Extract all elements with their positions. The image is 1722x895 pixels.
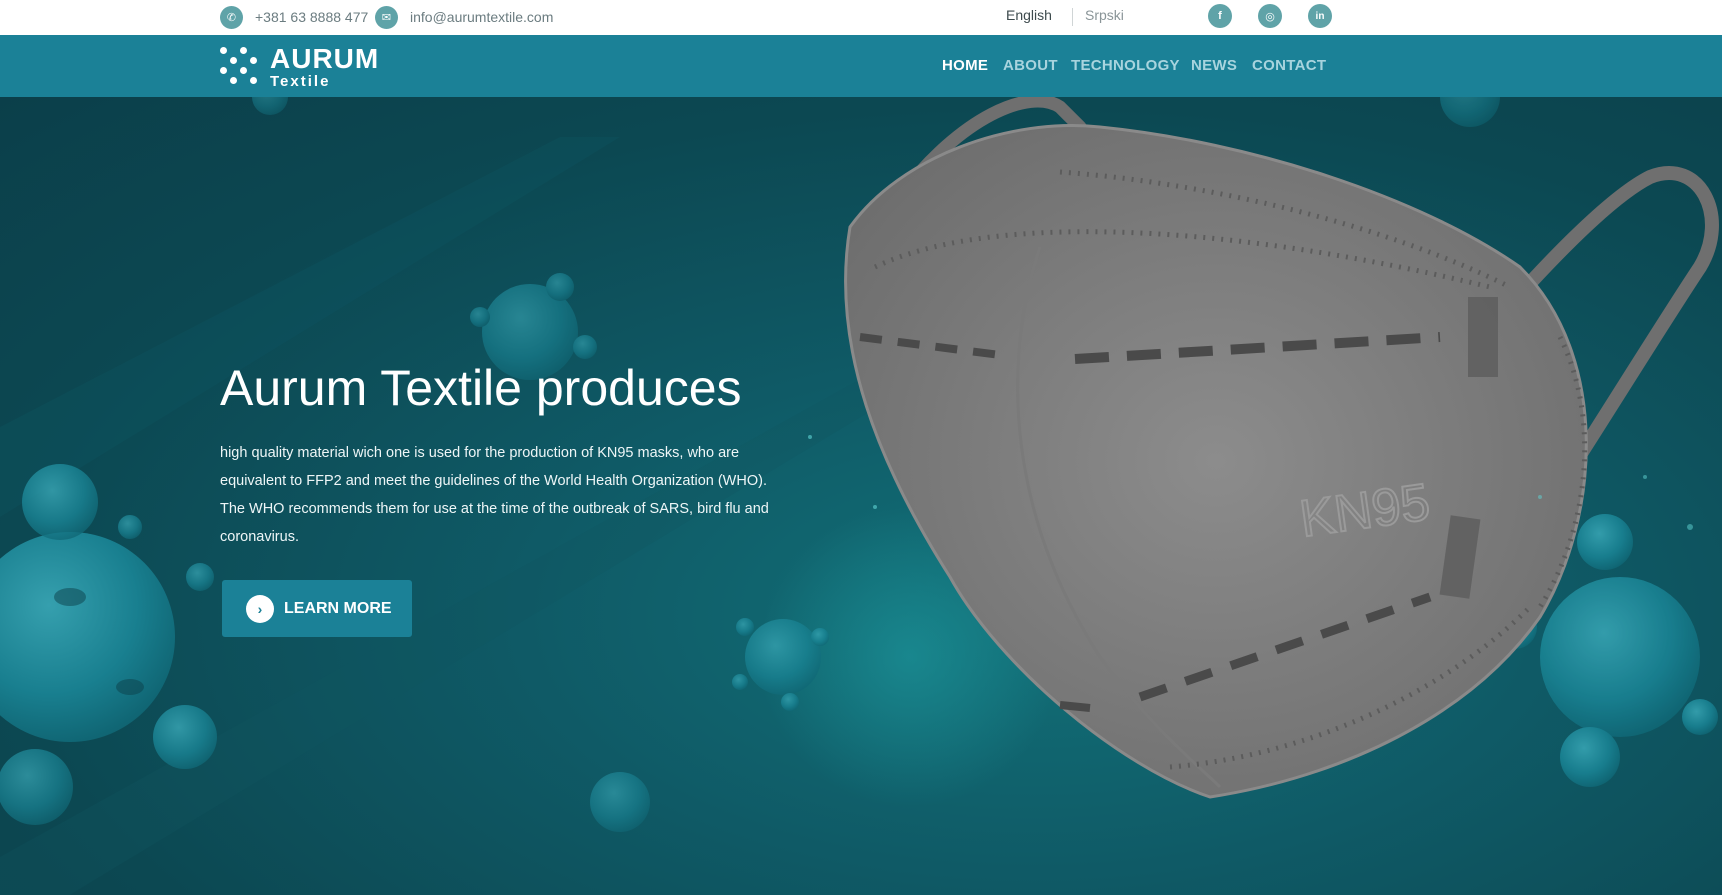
hero-description: high quality material wich one is used f… xyxy=(220,445,769,545)
phone-contact[interactable]: ✆ +381 63 8888 477 xyxy=(220,5,368,29)
logo-name: AURUM xyxy=(270,43,380,74)
learn-more-button[interactable]: › LEARN MORE xyxy=(222,580,412,637)
hero-section: KN95 Aurum Textile produces high quality… xyxy=(0,97,1722,895)
linkedin-icon[interactable]: in xyxy=(1308,4,1332,28)
envelope-icon: ✉ xyxy=(375,5,398,29)
language-english[interactable]: English xyxy=(1006,7,1052,23)
email-contact[interactable]: ✉ info@aurumtextile.com xyxy=(375,5,553,29)
chevron-right-icon: › xyxy=(246,594,274,623)
nav-home[interactable]: HOME xyxy=(942,57,988,74)
instagram-icon[interactable]: ◎ xyxy=(1258,4,1282,28)
main-navbar: AURUM Textile HOME ABOUT TECHNOLOGY NEWS… xyxy=(0,35,1722,97)
nav-contact[interactable]: CONTACT xyxy=(1252,57,1326,74)
language-serbian[interactable]: Srpski xyxy=(1085,7,1124,23)
phone-icon: ✆ xyxy=(220,5,243,29)
learn-more-label: LEARN MORE xyxy=(284,599,392,617)
phone-number: +381 63 8888 477 xyxy=(255,9,369,25)
hero-title: Aurum Textile produces xyxy=(220,360,742,416)
logo[interactable]: AURUM Textile xyxy=(220,45,379,89)
top-bar: ✆ +381 63 8888 477 ✉ info@aurumtextile.c… xyxy=(0,0,1722,35)
facebook-icon[interactable]: f xyxy=(1208,4,1232,28)
language-divider xyxy=(1072,8,1073,26)
logo-subtitle: Textile xyxy=(270,73,331,90)
nav-news[interactable]: NEWS xyxy=(1191,57,1237,74)
nav-about[interactable]: ABOUT xyxy=(1003,57,1058,74)
logo-mark-icon xyxy=(220,47,260,87)
email-address: info@aurumtextile.com xyxy=(410,9,554,25)
nav-technology[interactable]: TECHNOLOGY xyxy=(1071,57,1180,74)
